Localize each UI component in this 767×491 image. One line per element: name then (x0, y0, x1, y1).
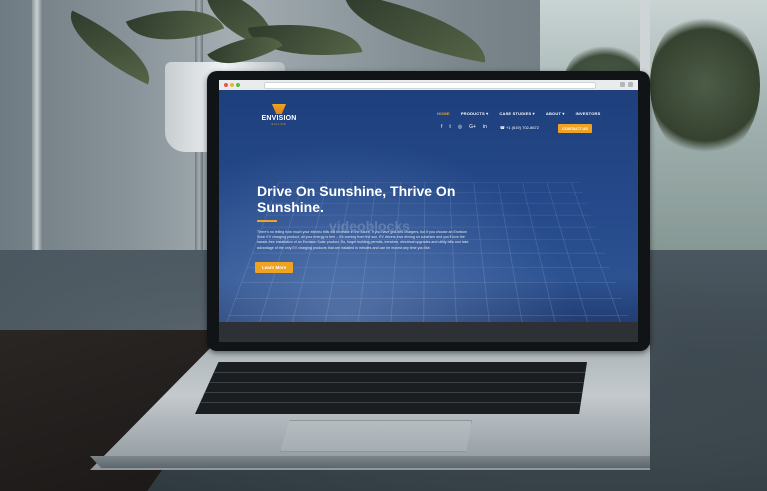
headline-underline (257, 220, 277, 222)
hero-body-text: There's no telling how much your electri… (257, 230, 472, 251)
main-nav: HOME PRODUCTS ▾ CASE STUDIES ▾ ABOUT ▾ I… (437, 111, 600, 116)
address-bar[interactable] (264, 82, 596, 89)
logo-tagline: SOLAR (259, 122, 299, 126)
bookmark-icon[interactable] (620, 82, 625, 87)
phone-text: +1 (619) 702-8672 (506, 125, 539, 130)
logo-name: ENVISION (259, 115, 299, 122)
nav-about[interactable]: ABOUT ▾ (546, 111, 565, 116)
contact-us-button[interactable]: CONTACT US (558, 124, 592, 133)
google-plus-icon[interactable]: G+ (469, 124, 476, 130)
settings-icon[interactable] (628, 82, 633, 87)
hero-headline: Drive On Sunshine, Thrive On Sunshine. (257, 183, 507, 215)
minimize-window-dot[interactable] (230, 83, 234, 87)
nav-investors[interactable]: INVESTORS (576, 111, 601, 116)
laptop-keyboard (195, 362, 587, 414)
instagram-icon[interactable]: ◎ (458, 124, 462, 130)
laptop-screen: ENVISION SOLAR HOME PRODUCTS ▾ CASE STUD… (219, 80, 638, 342)
nav-home[interactable]: HOME (437, 111, 450, 116)
section-divider (219, 322, 638, 342)
website-hero: ENVISION SOLAR HOME PRODUCTS ▾ CASE STUD… (219, 90, 638, 342)
close-window-dot[interactable] (224, 83, 228, 87)
facebook-icon[interactable]: f (441, 124, 442, 130)
maximize-window-dot[interactable] (236, 83, 240, 87)
nav-case-studies[interactable]: CASE STUDIES ▾ (499, 111, 534, 116)
linkedin-icon[interactable]: in (483, 124, 487, 130)
nav-products[interactable]: PRODUCTS ▾ (461, 111, 489, 116)
social-links: f t ◎ G+ in ☎ +1 (619) 702-8672 (441, 124, 539, 130)
phone-number[interactable]: ☎ +1 (619) 702-8672 (500, 125, 539, 130)
site-logo[interactable]: ENVISION SOLAR (259, 104, 299, 126)
tree (650, 10, 760, 160)
logo-mark-icon (272, 104, 286, 114)
learn-more-button[interactable]: Learn More (255, 262, 293, 273)
laptop-trackpad (280, 420, 472, 452)
laptop-base-front (90, 456, 650, 468)
twitter-icon[interactable]: t (449, 124, 450, 130)
